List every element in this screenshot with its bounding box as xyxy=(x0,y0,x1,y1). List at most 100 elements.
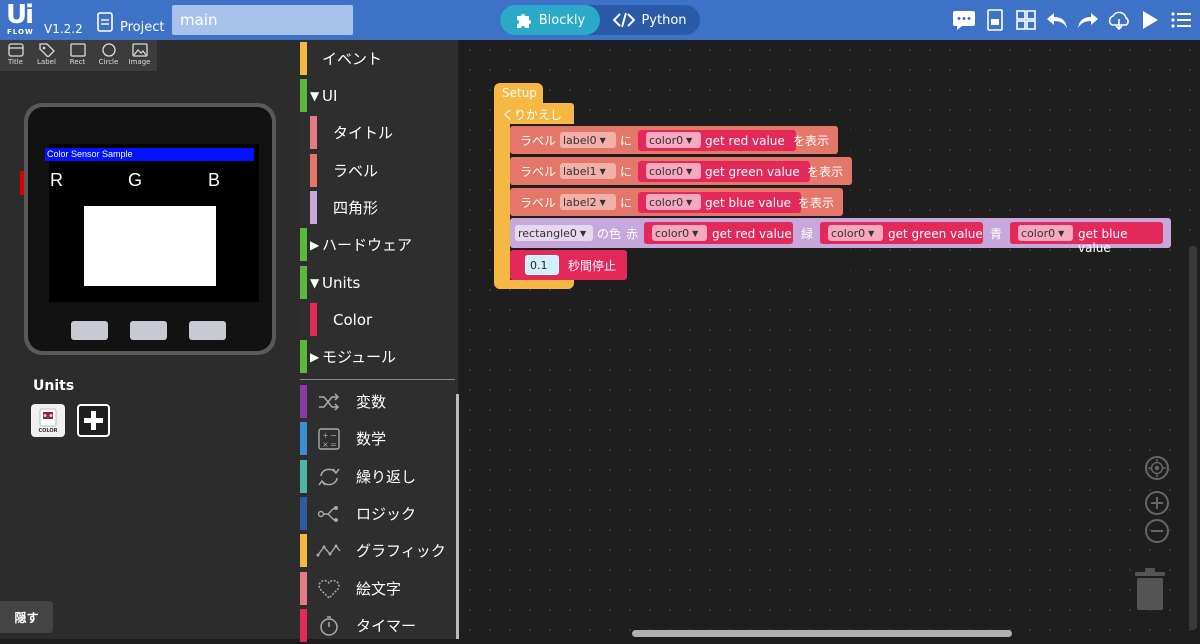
svg-text:+: + xyxy=(322,431,329,440)
mode-switch[interactable]: Blockly Python xyxy=(500,5,700,35)
category-color-bar xyxy=(300,572,307,605)
trash-icon[interactable] xyxy=(1133,566,1167,612)
color0-dropdown[interactable]: color0 ▼ xyxy=(646,194,701,210)
redo-icon[interactable] xyxy=(1074,6,1101,34)
toolbox-item-label: ラベル xyxy=(333,162,379,180)
project-menu[interactable]: Project xyxy=(120,20,164,35)
toolbox-scrollbar[interactable] xyxy=(456,394,459,639)
toolbox-item-label: ハードウェア xyxy=(322,236,413,254)
category-color-bar xyxy=(310,154,317,187)
workspace-vertical-scrollbar[interactable] xyxy=(1189,246,1197,630)
block-text: 赤 xyxy=(626,227,639,241)
recenter-button[interactable] xyxy=(1145,456,1169,480)
target-icon xyxy=(1147,458,1167,478)
hide-button[interactable]: 隠す xyxy=(0,601,53,633)
screen-label-g[interactable]: G xyxy=(128,170,142,191)
toolbox-category-variables[interactable]: 変数 xyxy=(300,383,455,420)
undo-icon[interactable] xyxy=(1043,6,1070,34)
toolbox-item-rectangle[interactable]: 四角形 xyxy=(300,189,455,226)
widget-label[interactable]: Label xyxy=(31,40,62,71)
color-blue-block[interactable]: color0 ▼ get blue value xyxy=(1010,222,1163,255)
color-red-block[interactable]: color0 ▼ get red value xyxy=(644,222,793,244)
screen-rectangle[interactable] xyxy=(84,206,216,286)
menu-icon[interactable] xyxy=(1167,6,1194,34)
loop-icon xyxy=(316,464,342,490)
label-block-1[interactable]: ラベル label1 ▼ に color0 ▼ get green value を表… xyxy=(510,157,852,185)
add-unit-button[interactable] xyxy=(77,404,110,437)
feedback-icon[interactable] xyxy=(950,6,977,34)
chevron-down-icon: ▼ xyxy=(599,166,606,176)
color-green-block[interactable]: color0 ▼ get green value xyxy=(820,222,983,244)
toolbox-item-hardware[interactable]: ▶ ハードウェア xyxy=(300,226,455,263)
heart-icon xyxy=(316,576,342,602)
device-button-b xyxy=(130,321,167,340)
rectangle-color-block[interactable]: rectangle0 ▼ の色 赤 color0 ▼ get red value 緑… xyxy=(510,218,1171,255)
screen-label-r[interactable]: R xyxy=(50,170,63,191)
layout-icon[interactable] xyxy=(1012,6,1039,34)
widget-rect[interactable]: Rect xyxy=(62,40,93,71)
color0-dropdown[interactable]: color0 ▼ xyxy=(646,132,701,148)
color0-dropdown[interactable]: color0 ▼ xyxy=(652,225,707,241)
toolbox-item-label[interactable]: ラベル xyxy=(300,152,455,189)
label2-dropdown[interactable]: label2 ▼ xyxy=(560,194,616,210)
category-color-bar xyxy=(300,42,307,75)
zoom-in-button[interactable] xyxy=(1145,491,1169,515)
workspace-horizontal-scrollbar[interactable] xyxy=(632,630,1012,637)
widget-title[interactable]: Title xyxy=(0,40,31,71)
chevron-down-icon: ▼ xyxy=(692,228,699,238)
block-text: の色 xyxy=(597,227,622,241)
device-button-c xyxy=(189,321,226,340)
toolbox-item-color[interactable]: Color xyxy=(300,301,455,338)
setup-label: Setup xyxy=(502,86,537,100)
label-block-2[interactable]: ラベル label2 ▼ に color0 ▼ get blue value を表示 xyxy=(510,188,843,216)
toolbox-category-timer[interactable]: タイマー xyxy=(300,607,455,644)
color-get-block-0[interactable]: color0 ▼ get red value xyxy=(638,130,796,151)
python-mode-button[interactable]: Python xyxy=(600,5,700,35)
zoom-out-button[interactable] xyxy=(1145,519,1169,543)
toolbox-category-loops[interactable]: 繰り返し xyxy=(300,458,455,495)
toolbox-item-label: UI xyxy=(322,86,338,105)
color-unit-icon[interactable]: COLOR xyxy=(31,404,65,437)
color-get-block-1[interactable]: color0 ▼ get green value xyxy=(638,161,810,182)
setup-block-hat[interactable]: Setup xyxy=(494,83,543,103)
cloud-download-icon[interactable] xyxy=(1105,6,1132,34)
toolbox-category-logic[interactable]: ロジック xyxy=(300,495,455,532)
dropdown-value: color0 xyxy=(649,133,684,147)
screen-title[interactable]: Color Sensor Sample xyxy=(45,148,254,161)
widget-image[interactable]: Image xyxy=(124,40,155,71)
project-file-icon[interactable] xyxy=(97,12,113,32)
color-get-block-2[interactable]: color0 ▼ get blue value xyxy=(638,192,801,213)
document-icon[interactable] xyxy=(981,6,1008,34)
screen-label-b[interactable]: B xyxy=(208,170,220,191)
blockly-mode-button[interactable]: Blockly xyxy=(500,5,600,35)
run-icon[interactable] xyxy=(1136,6,1163,34)
dropdown-value: label0 xyxy=(563,133,597,147)
category-color-bar xyxy=(300,228,307,261)
toolbox-item-title[interactable]: タイトル xyxy=(300,114,455,151)
toolbox-category-math[interactable]: + − × = 数学 xyxy=(300,420,455,457)
toolbox-item-module[interactable]: ▶ モジュール xyxy=(300,338,455,375)
dropdown-value: color0 xyxy=(1021,226,1056,240)
file-name-input[interactable] xyxy=(172,5,353,35)
toolbox-category-emoji[interactable]: 絵文字 xyxy=(300,570,455,607)
label1-dropdown[interactable]: label1 ▼ xyxy=(560,163,616,179)
toolbox-category-graphic[interactable]: グラフィック xyxy=(300,532,455,569)
toolbox-category-label: ロジック xyxy=(356,505,417,523)
wait-seconds-input[interactable]: 0.1 xyxy=(525,255,559,275)
wait-block[interactable]: 0.1 秒間停止 xyxy=(510,250,627,280)
toolbox-item-event[interactable]: イベント xyxy=(300,40,455,77)
widget-circle[interactable]: Circle xyxy=(93,40,124,71)
color0-dropdown[interactable]: color0 ▼ xyxy=(828,225,883,241)
color0-dropdown[interactable]: color0 ▼ xyxy=(1018,225,1073,241)
rectangle0-dropdown[interactable]: rectangle0 ▼ xyxy=(515,225,593,241)
toolbox-item-label: Color xyxy=(333,310,373,329)
calculator-icon: + − × = xyxy=(316,426,342,452)
toolbox-item-ui[interactable]: ▼ UI xyxy=(300,77,455,114)
toolbox-item-units[interactable]: ▼ Units xyxy=(300,264,455,301)
version-label: V1.2.2 xyxy=(44,22,83,36)
label0-dropdown[interactable]: label0 ▼ xyxy=(560,132,616,148)
block-text: 秒間停止 xyxy=(568,259,617,273)
color0-dropdown[interactable]: color0 ▼ xyxy=(646,163,701,179)
label-block-0[interactable]: ラベル label0 ▼ に color0 ▼ get red value を表示 xyxy=(510,126,838,154)
block-text: を表示 xyxy=(798,196,835,210)
